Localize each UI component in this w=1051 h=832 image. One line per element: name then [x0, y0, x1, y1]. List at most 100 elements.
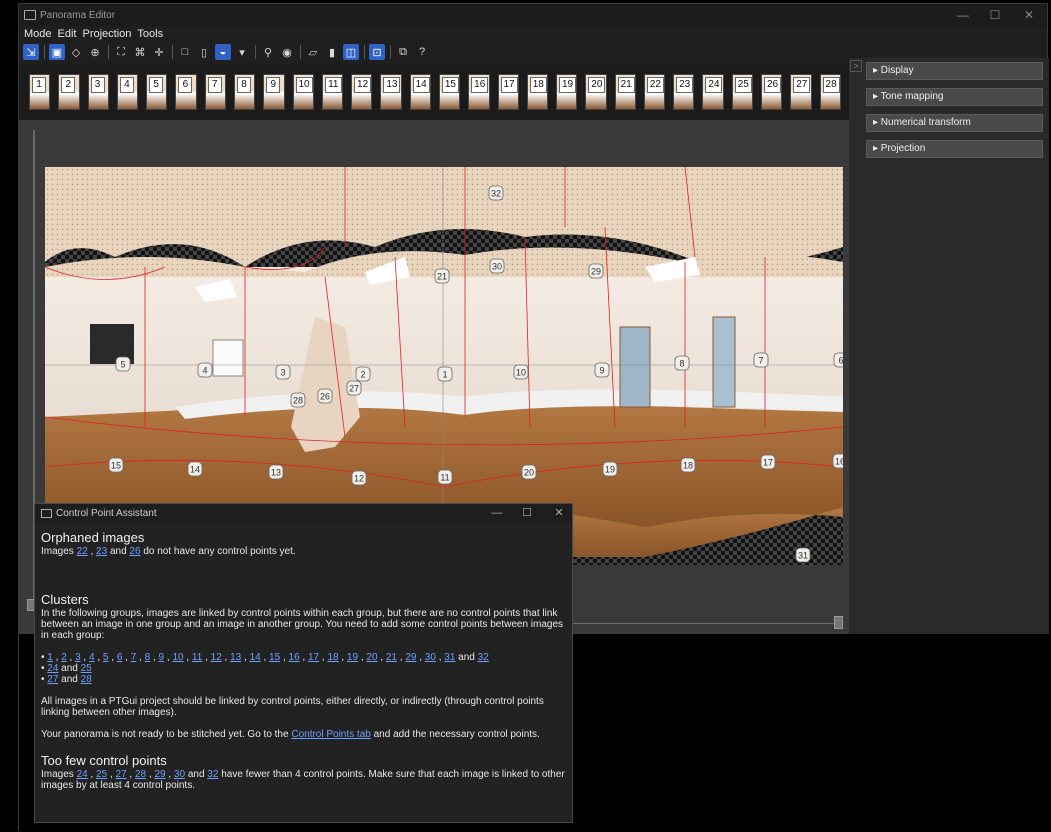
image-link[interactable]: 12: [211, 652, 222, 663]
image-thumbnail[interactable]: 13: [380, 74, 402, 110]
image-thumbnail[interactable]: 24: [702, 74, 724, 110]
image-number-label[interactable]: 8: [674, 355, 690, 371]
image-number-label[interactable]: 32: [488, 185, 504, 201]
image-number-label[interactable]: 18: [680, 457, 696, 473]
center-point-icon[interactable]: ⊕: [87, 44, 103, 60]
image-link[interactable]: 24: [47, 663, 58, 674]
image-link[interactable]: 14: [250, 652, 261, 663]
image-link[interactable]: 18: [327, 652, 338, 663]
image-thumbnail[interactable]: 22: [643, 74, 666, 110]
image-link[interactable]: 16: [289, 652, 300, 663]
link-icon[interactable]: ⊡: [369, 44, 385, 60]
polygon-tool-icon[interactable]: ◇: [68, 44, 84, 60]
image-thumbnail[interactable]: 27: [790, 74, 812, 110]
view-single-icon[interactable]: ▱: [305, 44, 321, 60]
image-link[interactable]: 10: [172, 652, 183, 663]
image-number-label[interactable]: 29: [588, 263, 604, 279]
menu-projection[interactable]: Projection: [80, 26, 135, 42]
image-link[interactable]: 15: [269, 652, 280, 663]
fit-panorama-icon[interactable]: ⌘: [132, 44, 148, 60]
image-link[interactable]: 21: [386, 652, 397, 663]
image-number-label[interactable]: 27: [346, 380, 362, 396]
image-link[interactable]: 11: [192, 652, 202, 663]
image-number-label[interactable]: 4: [197, 362, 213, 378]
image-thumbnail[interactable]: 6: [175, 74, 197, 110]
menu-tools[interactable]: Tools: [134, 26, 166, 42]
image-link[interactable]: 29: [405, 652, 416, 663]
dialog-close-button[interactable]: ✕: [547, 504, 571, 522]
image-thumbnail[interactable]: 3: [87, 74, 109, 110]
image-number-label[interactable]: 30: [489, 258, 505, 274]
image-thumbnail[interactable]: 23: [673, 74, 695, 110]
image-number-label[interactable]: 16: [832, 453, 843, 469]
image-link[interactable]: 17: [308, 652, 319, 663]
help-icon[interactable]: ?: [414, 44, 430, 60]
dropdown-icon[interactable]: ▾: [234, 44, 250, 60]
image-thumbnail[interactable]: 17: [497, 74, 519, 110]
view-both-icon[interactable]: ◫: [343, 44, 359, 60]
image-link[interactable]: 26: [129, 546, 140, 557]
image-number-label[interactable]: 26: [317, 388, 333, 404]
image-thumbnail[interactable]: 10: [292, 74, 314, 110]
image-thumbnail[interactable]: 18: [526, 74, 549, 110]
spherical-icon[interactable]: ◒: [215, 44, 231, 60]
maximize-button[interactable]: ☐: [981, 4, 1009, 26]
image-link[interactable]: 29: [154, 769, 165, 780]
image-thumbnail[interactable]: 15: [438, 74, 461, 110]
image-thumbnail[interactable]: 7: [204, 74, 226, 110]
image-number-label[interactable]: 15: [108, 457, 124, 473]
image-thumbnail[interactable]: 25: [731, 74, 754, 110]
dialog-minimize-button[interactable]: —: [485, 504, 509, 522]
image-number-label[interactable]: 2: [355, 366, 371, 382]
image-link[interactable]: 25: [96, 769, 107, 780]
image-number-label[interactable]: 1: [437, 366, 453, 382]
image-number-label[interactable]: 28: [290, 392, 306, 408]
image-thumbnail[interactable]: 20: [585, 74, 607, 110]
select-tool-icon[interactable]: ⇲: [23, 44, 39, 60]
image-number-label[interactable]: 13: [268, 464, 284, 480]
image-number-label[interactable]: 17: [760, 454, 776, 470]
image-thumbnail[interactable]: 16: [468, 74, 490, 110]
section-projection[interactable]: ▸ Projection: [866, 140, 1043, 158]
image-number-label[interactable]: 21: [434, 268, 450, 284]
image-link[interactable]: 32: [478, 652, 489, 663]
section-tone-mapping[interactable]: ▸ Tone mapping: [866, 88, 1043, 106]
image-thumbnail[interactable]: 1: [29, 74, 51, 110]
image-thumbnail[interactable]: 8: [233, 74, 256, 110]
image-number-label[interactable]: 3: [275, 364, 291, 380]
fullscreen-icon[interactable]: ⧉: [395, 44, 411, 60]
image-link[interactable]: 28: [81, 674, 92, 685]
image-thumbnail[interactable]: 19: [556, 74, 578, 110]
control-points-tab-link[interactable]: Control Points tab: [291, 729, 371, 740]
mask-tool-icon[interactable]: ▣: [49, 44, 65, 60]
image-thumbnail[interactable]: 28: [819, 74, 841, 110]
image-number-label[interactable]: 20: [521, 464, 537, 480]
image-link[interactable]: 22: [77, 546, 88, 557]
image-number-label[interactable]: 31: [795, 547, 811, 563]
image-thumbnail[interactable]: 2: [58, 74, 80, 110]
image-number-label[interactable]: 14: [187, 461, 203, 477]
minimize-button[interactable]: —: [949, 4, 977, 26]
fit-icon[interactable]: ⛶: [113, 44, 129, 60]
image-thumbnail[interactable]: 12: [351, 74, 373, 110]
section-display[interactable]: ▸ Display: [866, 62, 1043, 80]
cylindrical-icon[interactable]: ▯: [196, 44, 212, 60]
image-link[interactable]: 31: [444, 652, 455, 663]
image-number-label[interactable]: 6: [833, 352, 843, 368]
image-number-label[interactable]: 9: [594, 362, 610, 378]
image-link[interactable]: 19: [347, 652, 358, 663]
image-link[interactable]: 24: [77, 769, 88, 780]
image-link[interactable]: 13: [230, 652, 241, 663]
menu-edit[interactable]: Edit: [55, 26, 80, 42]
image-number-label[interactable]: 10: [513, 364, 529, 380]
dialog-maximize-button[interactable]: ☐: [515, 504, 539, 522]
image-thumbnail[interactable]: 14: [409, 74, 431, 110]
rectilinear-icon[interactable]: □: [177, 44, 193, 60]
image-thumbnail[interactable]: 9: [263, 74, 285, 110]
image-link[interactable]: 30: [425, 652, 436, 663]
menu-mode[interactable]: Mode: [19, 26, 55, 42]
image-thumbnail[interactable]: 5: [146, 74, 168, 110]
view-split-icon[interactable]: ▮: [324, 44, 340, 60]
zoom-icon[interactable]: ⚲: [260, 44, 276, 60]
side-panel-toggle[interactable]: >: [850, 60, 862, 72]
